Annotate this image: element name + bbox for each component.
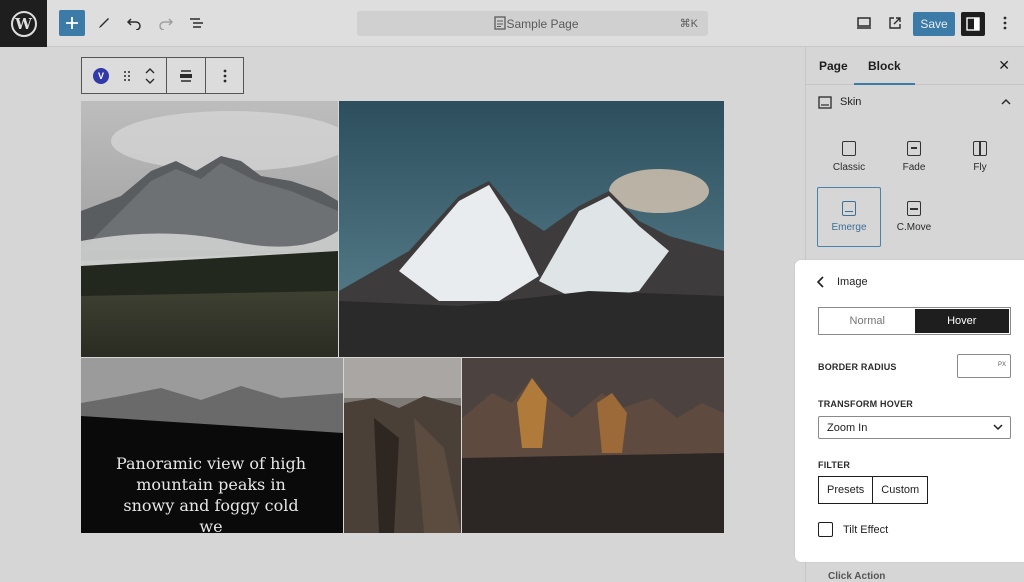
gallery-image-captioned[interactable]: Panoramic view of high mountain peaks in… xyxy=(81,358,343,533)
transform-hover-select[interactable]: Zoom In xyxy=(818,416,1011,439)
chevron-up-icon xyxy=(1001,98,1011,105)
back-chevron-icon[interactable] xyxy=(817,276,825,288)
border-radius-input[interactable]: PX xyxy=(957,354,1011,378)
image-panel-header: Image xyxy=(817,276,868,288)
canyon-image xyxy=(344,358,461,533)
tilt-effect-checkbox[interactable] xyxy=(818,522,833,537)
image-settings-popover: Image Normal Hover BORDER RADIUS PX TRAN… xyxy=(795,260,1024,562)
skin-option-fade[interactable]: Fade xyxy=(882,127,946,187)
skin-option-label: C.Move xyxy=(896,222,932,233)
click-action-section[interactable]: Click Action xyxy=(812,571,885,582)
state-toggle: Normal Hover xyxy=(818,307,1011,335)
gallery-image-snowy-peak[interactable] xyxy=(339,101,724,357)
gallery-image-misty-mountains[interactable] xyxy=(81,101,338,357)
cmove-icon xyxy=(907,201,921,216)
tab-block[interactable]: Block xyxy=(854,59,915,85)
image-panel-title: Image xyxy=(837,276,868,288)
block-type-group: V xyxy=(82,58,167,93)
settings-sidebar-toggle[interactable] xyxy=(961,12,985,36)
image-caption: Panoramic view of high mountain peaks in… xyxy=(115,454,307,533)
wordpress-icon: W xyxy=(10,10,37,37)
fade-icon xyxy=(907,141,921,156)
add-block-button[interactable] xyxy=(59,10,85,36)
external-link-icon xyxy=(889,17,901,29)
align-button[interactable] xyxy=(167,58,206,93)
tab-page[interactable]: Page xyxy=(819,59,848,73)
filter-label: FILTER xyxy=(818,460,851,470)
document-icon xyxy=(494,16,506,30)
more-vertical-icon xyxy=(1003,16,1007,30)
redo-icon xyxy=(159,18,174,30)
command-palette-bar[interactable]: Sample Page ⌘K xyxy=(357,11,708,36)
block-type-icon[interactable]: V xyxy=(93,67,109,84)
save-button[interactable]: Save xyxy=(913,12,955,36)
tools-button[interactable] xyxy=(94,11,114,35)
sidebar-icon xyxy=(966,17,980,31)
desktop-icon xyxy=(857,17,871,29)
state-normal-tab[interactable]: Normal xyxy=(820,309,915,333)
filter-custom-button[interactable]: Custom xyxy=(873,477,927,503)
move-up-down-icon[interactable] xyxy=(145,67,155,85)
document-title: Sample Page xyxy=(506,16,579,31)
undo-icon xyxy=(126,18,141,30)
filter-options: Presets Custom xyxy=(818,476,929,504)
state-hover-tab[interactable]: Hover xyxy=(914,309,1009,333)
align-center-icon xyxy=(180,69,192,82)
border-radius-label: BORDER RADIUS xyxy=(818,362,897,372)
skin-option-label: Emerge xyxy=(831,222,867,233)
document-overview-button[interactable] xyxy=(186,11,208,35)
view-page-button[interactable] xyxy=(884,11,906,35)
chevron-down-icon xyxy=(993,424,1003,431)
editor-canvas: V Panoramic view of high mountain peaks … xyxy=(0,47,805,582)
skin-option-label: Fly xyxy=(973,162,987,173)
skin-option-cmove[interactable]: C.Move xyxy=(882,187,946,247)
wordpress-logo[interactable]: W xyxy=(0,0,47,47)
command-shortcut: ⌘K xyxy=(679,18,698,30)
tilt-effect-label: Tilt Effect xyxy=(843,523,889,536)
gallery-image-orange-peaks[interactable] xyxy=(462,358,724,533)
tilt-effect-row: Tilt Effect xyxy=(818,522,888,537)
skin-panel-header[interactable]: Skin xyxy=(806,85,1024,121)
gallery-image-canyon[interactable] xyxy=(344,358,461,533)
snowy-peak-image xyxy=(339,101,724,357)
classic-icon xyxy=(842,141,856,156)
options-menu-button[interactable] xyxy=(996,11,1014,35)
border-radius-unit: PX xyxy=(997,362,1006,368)
editor-top-bar: W Sample Page ⌘K Save xyxy=(0,0,1024,47)
transform-hover-label: TRANSFORM HOVER xyxy=(818,399,913,409)
misty-mountains-image xyxy=(81,101,338,357)
orange-peaks-image xyxy=(462,358,724,533)
filter-presets-button[interactable]: Presets xyxy=(819,477,874,503)
block-options-button[interactable] xyxy=(206,58,243,93)
drag-handle-icon[interactable] xyxy=(123,70,131,82)
skin-option-emerge[interactable]: Emerge xyxy=(817,187,881,247)
list-view-icon xyxy=(190,18,203,28)
block-toolbar: V xyxy=(81,57,244,94)
skin-icon xyxy=(818,96,832,109)
transform-hover-value: Zoom In xyxy=(827,422,868,434)
skin-title: Skin xyxy=(840,96,862,108)
device-preview-button[interactable] xyxy=(853,11,875,35)
redo-button[interactable] xyxy=(156,11,176,35)
skin-option-fly[interactable]: Fly xyxy=(948,127,1012,187)
fly-icon xyxy=(973,141,987,156)
sidebar-tabs: Page Block ✕ xyxy=(806,47,1024,85)
undo-button[interactable] xyxy=(124,11,144,35)
emerge-icon xyxy=(842,201,856,216)
close-icon[interactable]: ✕ xyxy=(998,57,1010,74)
skin-option-label: Classic xyxy=(832,162,866,173)
skin-option-label: Fade xyxy=(902,162,926,173)
skin-option-classic[interactable]: Classic xyxy=(817,127,881,187)
click-action-label: Click Action xyxy=(828,571,886,582)
plus-icon xyxy=(66,17,78,29)
image-gallery: Panoramic view of high mountain peaks in… xyxy=(81,101,724,533)
more-vertical-icon xyxy=(223,69,226,82)
pencil-icon xyxy=(99,18,109,28)
